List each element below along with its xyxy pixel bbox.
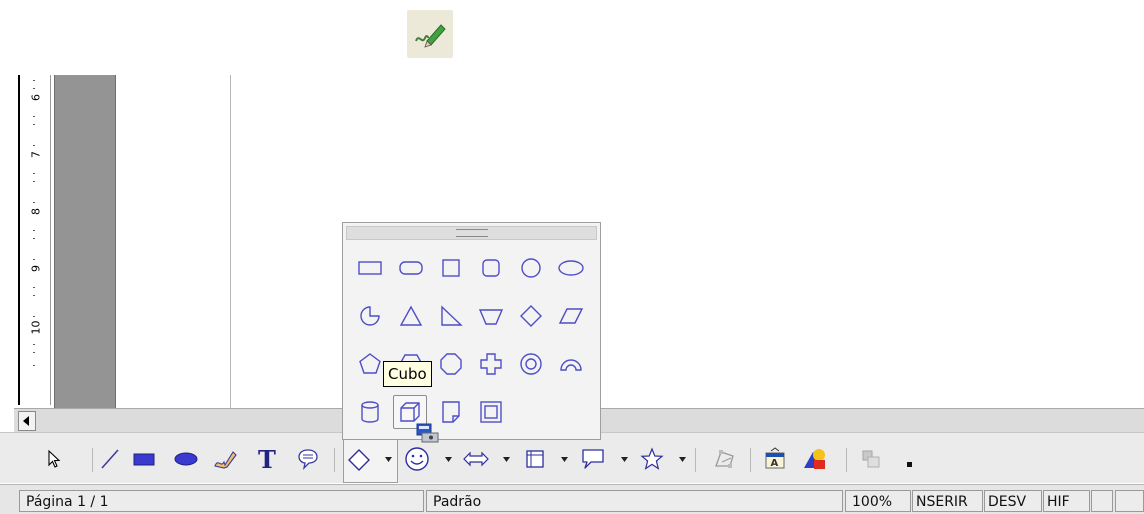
rounded-rectangle-shape-icon[interactable] — [393, 250, 429, 286]
dropdown-arrow-icon[interactable] — [384, 455, 392, 463]
dropdown-arrow-icon[interactable] — [502, 455, 510, 463]
page-margin-guide — [230, 75, 231, 408]
diamond-icon[interactable] — [346, 447, 372, 473]
frame-shape-icon[interactable] — [473, 394, 509, 430]
flowchart-icon[interactable] — [522, 446, 548, 472]
block-arc-shape-icon[interactable] — [553, 346, 589, 382]
ruler-label: 7 — [29, 151, 43, 158]
isosceles-triangle-shape-icon[interactable] — [393, 298, 429, 334]
points-icon[interactable] — [712, 446, 738, 472]
popup-drag-handle[interactable] — [346, 226, 597, 240]
dropdown-arrow-icon[interactable] — [620, 455, 628, 463]
document-modified-indicator — [1091, 490, 1113, 512]
rounded-square-shape-icon[interactable] — [473, 250, 509, 286]
smiley-icon[interactable] — [404, 446, 430, 472]
cylinder-shape-icon[interactable] — [352, 394, 388, 430]
hyperlink-mode[interactable]: HIF — [1043, 490, 1090, 512]
circle-pie-shape-icon[interactable] — [352, 298, 388, 334]
insert-mode[interactable]: NSERIR — [912, 490, 983, 512]
page-indicator: Página 1 / 1 — [19, 490, 424, 512]
svg-text:A: A — [771, 458, 779, 469]
ruler-label: 9 — [29, 265, 43, 272]
rectangle-icon[interactable] — [131, 446, 157, 472]
freeform-line-icon[interactable] — [212, 446, 238, 472]
svg-text:T: T — [258, 447, 276, 471]
star-icon[interactable] — [639, 446, 665, 472]
callout-icon[interactable] — [295, 446, 321, 472]
page-background-area — [54, 75, 116, 408]
zoom-level[interactable]: 100% — [845, 490, 911, 512]
parallelogram-shape-icon[interactable] — [553, 298, 589, 334]
drag-copy-cursor-icon — [416, 423, 440, 443]
ruler-label: 8 — [29, 208, 43, 215]
speech-bubble-icon[interactable] — [580, 446, 606, 472]
ring-shape-icon[interactable] — [513, 346, 549, 382]
scroll-left-button[interactable] — [18, 411, 36, 431]
pointer-icon[interactable] — [41, 446, 67, 472]
toolbar-separator — [92, 448, 93, 472]
octagon-shape-icon[interactable] — [433, 346, 469, 382]
dropdown-arrow-icon[interactable] — [444, 455, 452, 463]
toolbar-separator — [334, 448, 335, 472]
dropdown-arrow-icon[interactable] — [560, 455, 568, 463]
ellipse-shape-icon[interactable] — [553, 250, 589, 286]
toolbar-separator — [695, 448, 696, 472]
trapezoid-shape-icon[interactable] — [473, 298, 509, 334]
toolbar-overflow-icon[interactable] — [905, 460, 913, 468]
tooltip: Cubo — [383, 361, 432, 387]
square-shape-icon[interactable] — [433, 250, 469, 286]
triangle-left-icon — [23, 416, 29, 426]
diamond-shape-icon[interactable] — [513, 298, 549, 334]
toolbar-separator — [846, 448, 847, 472]
circle-shape-icon[interactable] — [513, 250, 549, 286]
ruler-label: 10 — [29, 320, 43, 335]
selection-mode[interactable]: DESV — [984, 490, 1042, 512]
dropdown-arrow-icon[interactable] — [678, 455, 686, 463]
digital-signature-indicator — [1115, 490, 1144, 512]
toolbar-separator — [750, 448, 751, 472]
right-triangle-shape-icon[interactable] — [433, 298, 469, 334]
ruler-label: 6 — [29, 94, 43, 101]
image-icon[interactable] — [802, 446, 828, 472]
line-icon[interactable] — [97, 446, 123, 472]
ellipse-icon[interactable] — [173, 446, 199, 472]
extrusion-icon[interactable] — [858, 446, 884, 472]
page-style[interactable]: Padrão — [426, 490, 843, 512]
pencil-edit-icon[interactable] — [407, 10, 453, 58]
fontwork-icon[interactable]: A — [762, 446, 788, 472]
cross-shape-icon[interactable] — [473, 346, 509, 382]
rectangle-shape-icon[interactable] — [352, 250, 388, 286]
text-icon[interactable]: T — [254, 446, 280, 472]
double-arrow-icon[interactable] — [463, 446, 489, 472]
vertical-ruler: 6 7 8 9 10 — [18, 75, 51, 405]
